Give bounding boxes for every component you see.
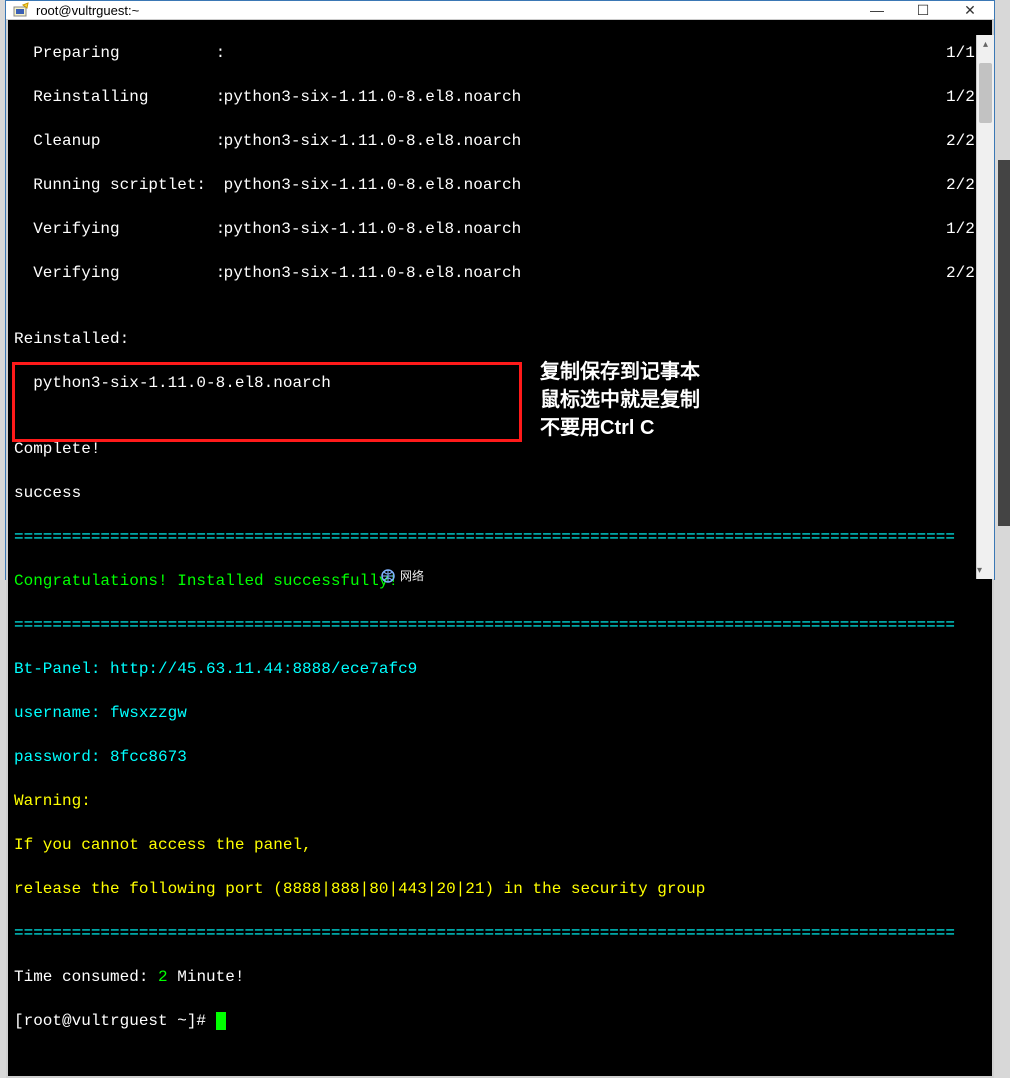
maximize-button[interactable]: ☐ — [900, 1, 946, 19]
row-label: Reinstalling : — [14, 86, 214, 108]
row-pkg: python3-six-1.11.0-8.el8.noarch — [214, 86, 946, 108]
success-line: success — [14, 482, 986, 504]
warning-line: release the following port (8888|888|80|… — [14, 878, 986, 900]
scroll-down-arrow-icon[interactable]: ▾ — [977, 561, 982, 579]
row-pkg: python3-six-1.11.0-8.el8.noarch — [214, 262, 946, 284]
scrollbar-thumb[interactable] — [979, 63, 992, 123]
row-pkg: python3-six-1.11.0-8.el8.noarch — [214, 174, 946, 196]
prompt: [root@vultrguest ~]# — [14, 1012, 216, 1030]
congrats-line: Congratulations! Installed successfully! — [14, 570, 986, 592]
scrollbar-track[interactable] — [977, 53, 994, 561]
terminal-output[interactable]: Preparing :1/1 Reinstalling : python3-si… — [6, 20, 994, 1078]
warning-header: Warning: — [14, 790, 986, 812]
panel-url: Bt-Panel: http://45.63.11.44:8888/ece7af… — [14, 658, 986, 680]
username-line: username: fwsxzzgw — [14, 702, 986, 724]
close-button[interactable]: ✕ — [946, 1, 994, 19]
row-label: Preparing : — [14, 42, 214, 64]
row-pkg: python3-six-1.11.0-8.el8.noarch — [214, 130, 946, 152]
titlebar[interactable]: root@vultrguest:~ — ☐ ✕ — [6, 1, 994, 20]
row-label: Running scriptlet: — [14, 174, 214, 196]
row-label: Cleanup : — [14, 130, 214, 152]
divider: ========================================… — [14, 614, 986, 636]
row-label: Verifying : — [14, 262, 214, 284]
time-consumed: Time consumed: 2 Minute! — [14, 966, 986, 988]
scrollbar[interactable]: ▴ ▾ — [976, 35, 994, 579]
password-line: password: 8fcc8673 — [14, 746, 986, 768]
background-decor — [998, 160, 1010, 526]
reinstalled-header: Reinstalled: — [14, 328, 986, 350]
warning-line: If you cannot access the panel, — [14, 834, 986, 856]
window-controls: — ☐ ✕ — [854, 1, 994, 19]
prompt-line[interactable]: [root@vultrguest ~]# — [14, 1010, 986, 1032]
reinstalled-pkg: python3-six-1.11.0-8.el8.noarch — [14, 372, 986, 394]
row-label: Verifying : — [14, 218, 214, 240]
row-pkg — [214, 42, 946, 64]
taskbar-network-item[interactable]: 网络 — [380, 567, 424, 584]
divider: ========================================… — [14, 526, 986, 548]
window-title: root@vultrguest:~ — [36, 3, 854, 18]
row-pkg: python3-six-1.11.0-8.el8.noarch — [214, 218, 946, 240]
divider: ========================================… — [14, 922, 986, 944]
globe-icon — [380, 568, 396, 584]
taskbar-network-label: 网络 — [400, 567, 424, 584]
putty-icon — [12, 1, 30, 19]
complete-line: Complete! — [14, 438, 986, 460]
putty-window: root@vultrguest:~ — ☐ ✕ Preparing :1/1 R… — [5, 0, 995, 580]
scroll-up-arrow-icon[interactable]: ▴ — [977, 35, 994, 53]
minimize-button[interactable]: — — [854, 1, 900, 19]
cursor — [216, 1012, 226, 1030]
